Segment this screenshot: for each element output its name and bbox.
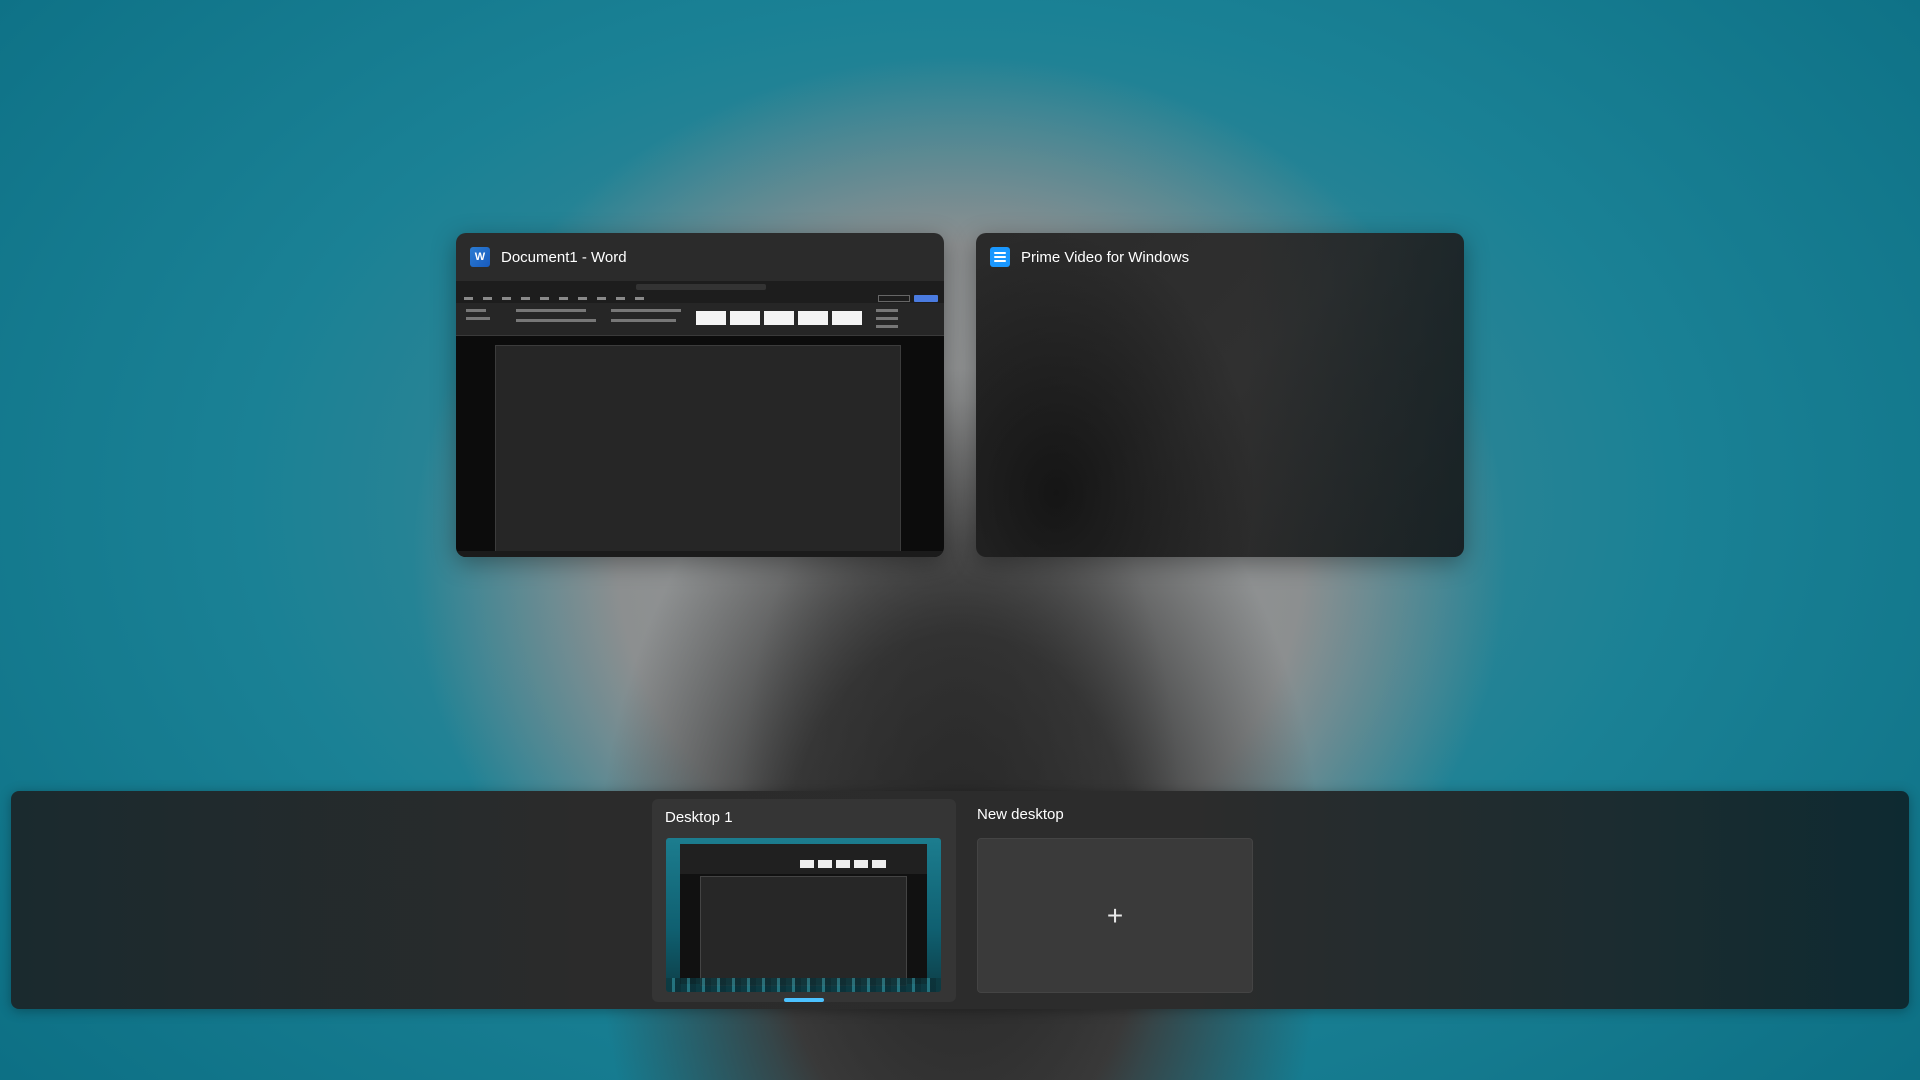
- thumbnail-titlebar: [456, 281, 944, 293]
- virtual-desktops-bar: [11, 791, 1909, 1009]
- word-icon: W: [470, 247, 490, 267]
- new-desktop-label: New desktop: [977, 806, 1064, 823]
- thumbnail-style-normal: [696, 311, 726, 325]
- thumbnail-ribbon-tabs: [456, 293, 944, 303]
- active-desktop-indicator: [784, 998, 824, 1002]
- plus-icon: +: [1106, 899, 1124, 931]
- desktop-wallpaper-foliage: [666, 978, 941, 992]
- task-view-window-prime-video[interactable]: Prime Video for Windows: [976, 233, 1464, 557]
- thumbnail-style-nospacing: [730, 311, 760, 325]
- window-title: Prime Video for Windows: [1021, 248, 1190, 266]
- new-desktop-button[interactable]: +: [977, 838, 1253, 993]
- thumbnail-document-page: [495, 345, 901, 554]
- thumbnail-style-heading2: [798, 311, 828, 325]
- desktop-label: Desktop 1: [665, 809, 733, 826]
- desktop-thumbnail[interactable]: [666, 838, 941, 992]
- prime-video-icon: [990, 247, 1010, 267]
- window-title: Document1 - Word: [501, 248, 627, 266]
- thumbnail-search-box: [636, 284, 766, 290]
- task-view-window-word[interactable]: W Document1 - Word: [456, 233, 944, 557]
- thumbnail-style-title: [832, 311, 862, 325]
- thumbnail-ribbon: [456, 303, 944, 336]
- thumbnail-style-heading1: [764, 311, 794, 325]
- thumbnail-status-bar: [456, 551, 944, 557]
- window-header: Prime Video for Windows: [976, 233, 1464, 281]
- thumbnail-comments-button: [878, 295, 910, 302]
- desktop-thumbnail-window: [680, 844, 927, 986]
- thumbnail-share-button: [914, 295, 938, 302]
- window-header: W Document1 - Word: [456, 233, 944, 281]
- window-thumbnail: [456, 281, 944, 557]
